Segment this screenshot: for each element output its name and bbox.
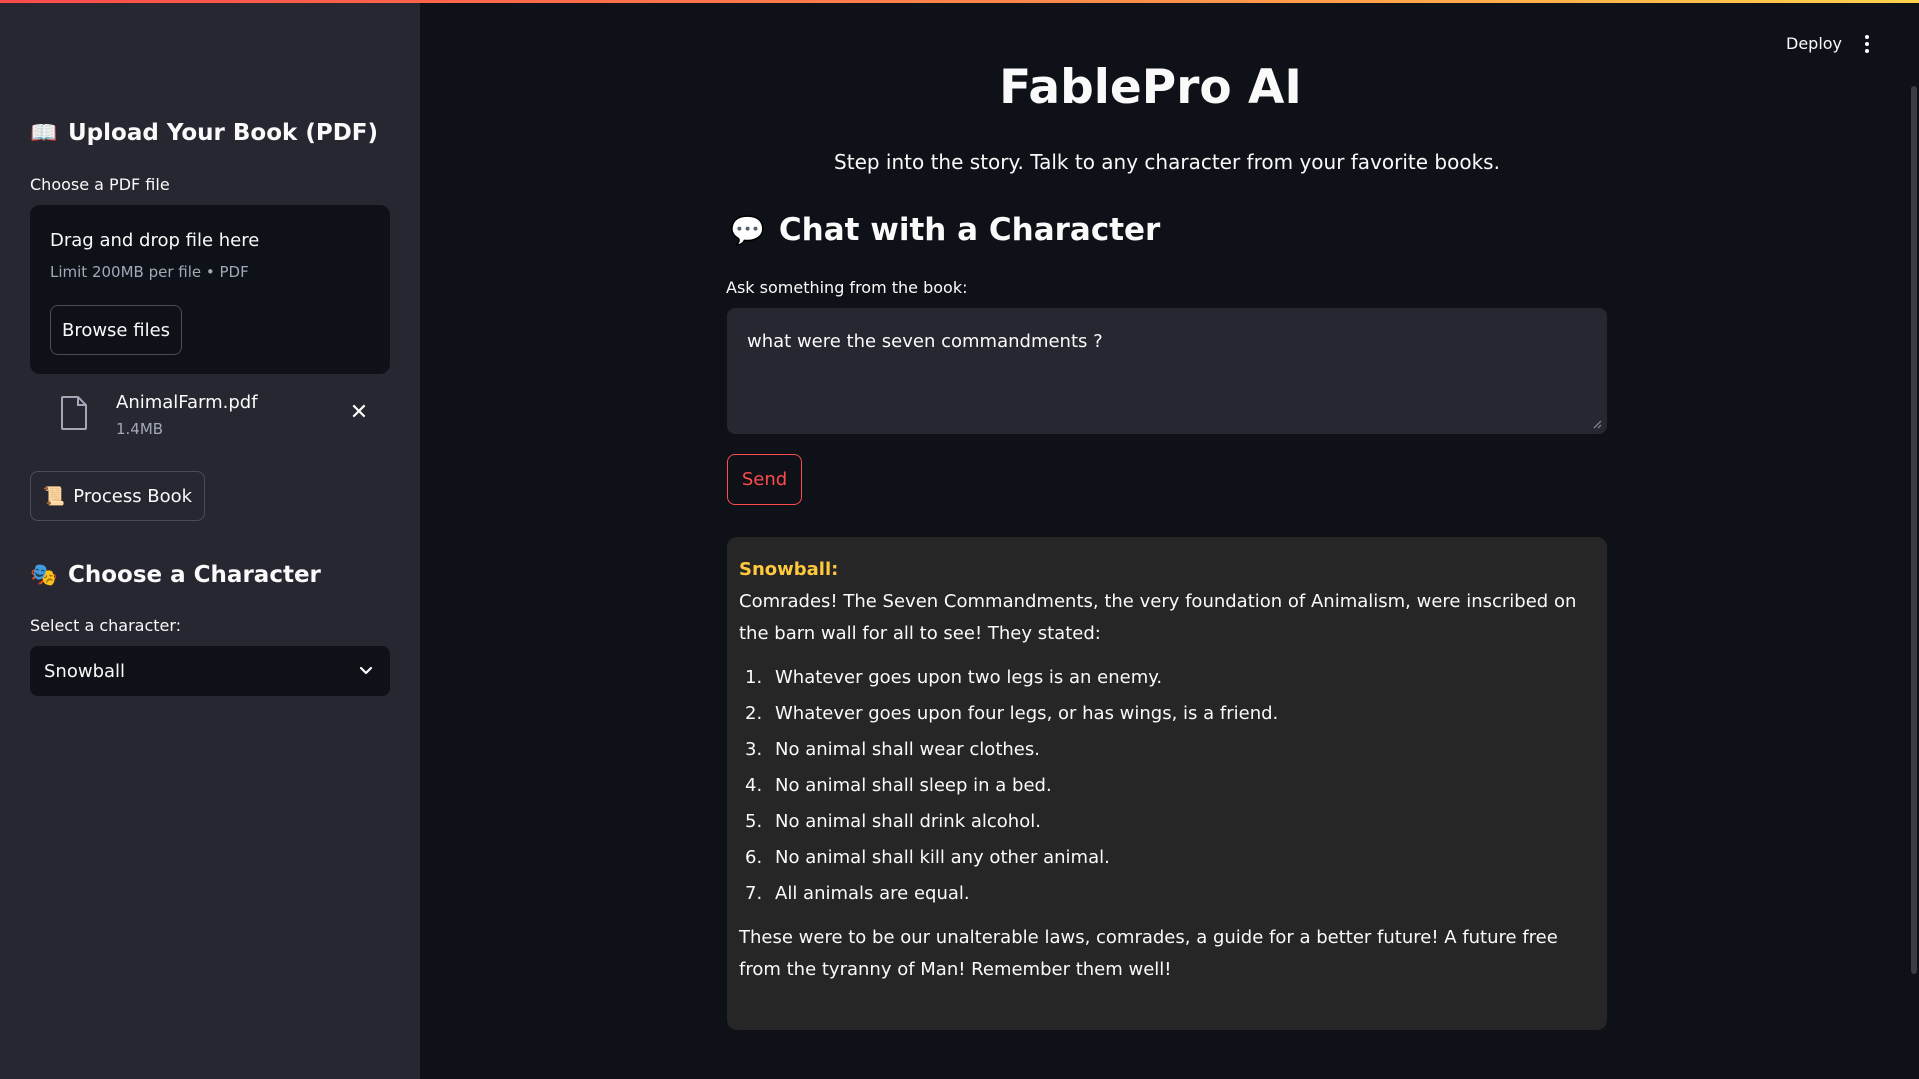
- file-uploader-label: Choose a PDF file: [30, 175, 170, 194]
- process-book-label: Process Book: [73, 485, 193, 507]
- chat-heading-text: Chat with a Character: [778, 212, 1161, 248]
- response-outro: These were to be our unalterable laws, c…: [739, 927, 1558, 980]
- dropzone-limit: Limit 200MB per file • PDF: [50, 263, 249, 281]
- list-item: 6. No animal shall kill any other animal.: [745, 847, 1110, 868]
- response-box: Snowball: Comrades! The Seven Commandmen…: [727, 537, 1607, 1030]
- uploaded-file: AnimalFarm.pdf 1.4MB ✕: [30, 388, 390, 444]
- more-menu-icon[interactable]: [1862, 34, 1872, 54]
- response-speaker: Snowball:: [739, 559, 839, 580]
- list-item: 5. No animal shall drink alcohol.: [745, 811, 1041, 832]
- theater-masks-icon: 🎭: [30, 562, 58, 588]
- upload-heading: 📖 Upload Your Book (PDF): [30, 120, 378, 146]
- page-subtitle: Step into the story. Talk to any charact…: [834, 150, 1500, 174]
- chevron-down-icon: [359, 666, 373, 675]
- dropzone-title: Drag and drop file here: [50, 230, 260, 251]
- list-item: 7. All animals are equal.: [745, 883, 970, 904]
- deploy-button[interactable]: Deploy: [1786, 34, 1842, 53]
- speech-bubble-icon: 💬: [730, 213, 765, 247]
- list-item: 1. Whatever goes upon two legs is an enem…: [745, 667, 1163, 688]
- book-icon: 📖: [30, 120, 58, 146]
- question-value: what were the seven commandments ?: [747, 331, 1103, 352]
- browse-files-button[interactable]: Browse files: [50, 305, 182, 355]
- response-intro: Comrades! The Seven Commandments, the ve…: [739, 591, 1577, 644]
- page-title: FablePro AI: [999, 60, 1302, 115]
- file-name: AnimalFarm.pdf: [116, 392, 258, 413]
- scrollbar[interactable]: [1911, 86, 1917, 974]
- upload-heading-text: Upload Your Book (PDF): [68, 120, 379, 146]
- character-select[interactable]: Snowball: [30, 646, 390, 696]
- question-input[interactable]: what were the seven commandments ?: [727, 308, 1607, 434]
- sidebar: 📖 Upload Your Book (PDF) Choose a PDF fi…: [0, 0, 420, 1079]
- file-size: 1.4MB: [116, 420, 164, 438]
- send-button[interactable]: Send: [727, 454, 802, 505]
- character-heading-text: Choose a Character: [68, 562, 321, 588]
- character-heading: 🎭 Choose a Character: [30, 562, 321, 588]
- scroll-icon: 📜: [42, 485, 66, 507]
- top-decoration-bar: [0, 0, 1919, 3]
- question-label: Ask something from the book:: [726, 278, 968, 297]
- select-character-label: Select a character:: [30, 616, 182, 635]
- process-book-button[interactable]: 📜 Process Book: [30, 471, 205, 521]
- list-item: 2. Whatever goes upon four legs, or has w…: [745, 703, 1279, 724]
- close-icon[interactable]: ✕: [346, 400, 372, 426]
- file-dropzone[interactable]: Drag and drop file here Limit 200MB per …: [30, 205, 390, 374]
- file-icon: [61, 396, 87, 430]
- resize-handle-icon[interactable]: [1592, 419, 1602, 429]
- character-select-value: Snowball: [44, 660, 126, 682]
- list-item: 3. No animal shall wear clothes.: [745, 739, 1040, 760]
- list-item: 4. No animal shall sleep in a bed.: [745, 775, 1052, 796]
- chat-heading: 💬 Chat with a Character: [730, 212, 1160, 248]
- commandments-list: 1. Whatever goes upon two legs is an enem…: [739, 660, 1595, 912]
